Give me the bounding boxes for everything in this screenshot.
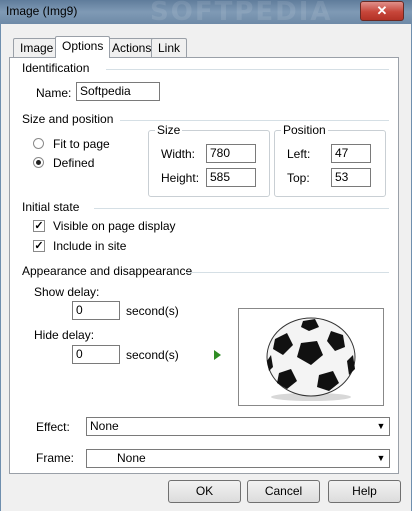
close-button[interactable]: ✕: [360, 1, 404, 21]
hide-delay-unit: second(s): [126, 348, 179, 362]
soccer-ball-icon: [266, 317, 356, 401]
defined-radio[interactable]: [33, 157, 44, 168]
show-delay-label: Show delay:: [34, 285, 100, 299]
effect-select[interactable]: None ▼: [86, 417, 390, 436]
height-field[interactable]: 585: [206, 168, 256, 187]
play-preview-icon[interactable]: [214, 350, 221, 360]
size-group-title: Size: [155, 123, 183, 137]
width-field[interactable]: 780: [206, 144, 256, 163]
visible-label: Visible on page display: [53, 219, 176, 233]
width-label: Width:: [161, 147, 196, 161]
chevron-down-icon[interactable]: ▼: [374, 451, 388, 466]
name-field[interactable]: Softpedia: [76, 82, 160, 101]
help-button[interactable]: Help: [328, 480, 401, 503]
include-label: Include in site: [53, 239, 127, 253]
visible-checkbox[interactable]: ✓: [33, 220, 45, 232]
top-field[interactable]: 53: [331, 168, 371, 187]
options-panel: Identification Name: Softpedia Size and …: [9, 57, 399, 474]
section-divider: [120, 120, 389, 121]
tab-options[interactable]: Options: [55, 36, 111, 58]
hide-delay-label: Hide delay:: [34, 328, 95, 342]
hide-delay-field[interactable]: 0: [72, 345, 120, 364]
position-group: Position Left: 47 Top: 53: [274, 123, 386, 197]
appearance-title: Appearance and disappearance: [22, 264, 193, 278]
dialog-window: Image Options Actions Link Identificatio…: [0, 24, 412, 511]
fit-to-page-radio[interactable]: [33, 138, 44, 149]
top-label: Top:: [287, 171, 310, 185]
watermark: SOFTPEDIA: [150, 0, 333, 27]
identification-title: Identification: [22, 61, 90, 75]
section-divider: [94, 208, 389, 209]
name-label: Name:: [36, 86, 72, 100]
height-label: Height:: [161, 171, 200, 185]
chevron-down-icon[interactable]: ▼: [374, 419, 388, 434]
left-label: Left:: [287, 147, 311, 161]
show-delay-field[interactable]: 0: [72, 301, 120, 320]
window-title: Image (Img9): [6, 4, 78, 18]
size-position-title: Size and position: [22, 112, 114, 126]
ok-button[interactable]: OK: [168, 480, 241, 503]
show-delay-unit: second(s): [126, 304, 179, 318]
frame-select[interactable]: None ▼: [86, 449, 390, 468]
size-group: Size Width: 780 Height: 585: [148, 123, 270, 197]
section-divider: [106, 69, 389, 70]
tab-image[interactable]: Image: [13, 38, 61, 57]
effect-preview-image: [238, 308, 384, 406]
title-bar: SOFTPEDIA Image (Img9) ✕: [0, 0, 412, 27]
effect-label: Effect:: [36, 420, 70, 434]
section-divider: [186, 272, 389, 273]
cancel-button[interactable]: Cancel: [247, 480, 320, 503]
frame-label: Frame:: [36, 451, 75, 465]
fit-to-page-label: Fit to page: [53, 137, 110, 151]
effect-value: None: [90, 419, 119, 433]
frame-value: None: [117, 451, 146, 465]
initial-state-title: Initial state: [22, 200, 80, 214]
left-field[interactable]: 47: [331, 144, 371, 163]
include-checkbox[interactable]: ✓: [33, 240, 45, 252]
tab-link[interactable]: Link: [151, 38, 188, 57]
defined-label: Defined: [53, 156, 95, 170]
position-group-title: Position: [281, 123, 328, 137]
